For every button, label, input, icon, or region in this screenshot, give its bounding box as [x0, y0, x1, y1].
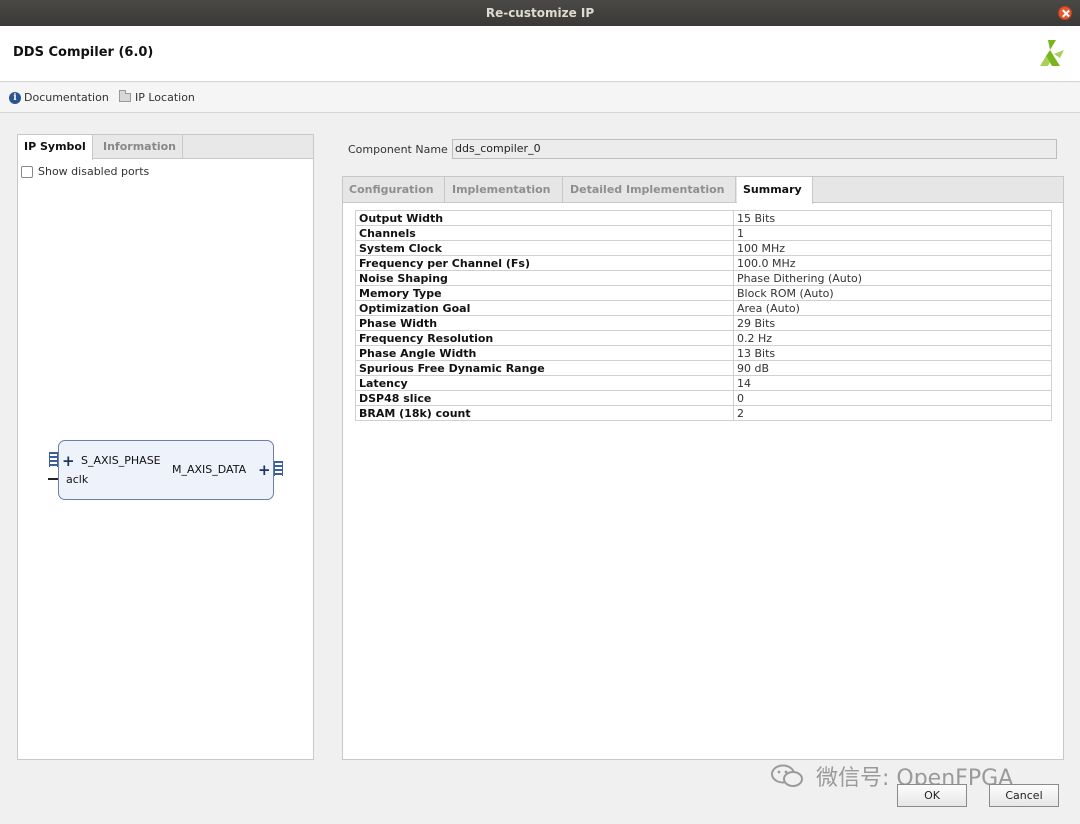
- window-close-icon[interactable]: [1058, 6, 1072, 20]
- tab-ip-symbol[interactable]: IP Symbol: [18, 135, 93, 160]
- summary-value: 0: [733, 390, 1052, 406]
- summary-key: Frequency Resolution: [355, 330, 734, 346]
- summary-row: Phase Angle Width 13 Bits: [355, 345, 1052, 361]
- summary-value: 2: [733, 405, 1052, 421]
- summary-table: Output Width 15 Bits Channels 1 System Clock…: [355, 210, 1052, 421]
- folder-icon: [119, 90, 131, 102]
- summary-value: 100 MHz: [733, 240, 1052, 256]
- tab-configuration[interactable]: Configuration: [343, 177, 445, 203]
- summary-key: Latency: [355, 375, 734, 391]
- summary-key: Optimization Goal: [355, 300, 734, 316]
- ip-title: DDS Compiler (6.0): [13, 45, 154, 60]
- port-s-axis-phase: S_AXIS_PHASE: [81, 454, 161, 467]
- summary-row: Spurious Free Dynamic Range 90 dB: [355, 360, 1052, 376]
- summary-key: Output Width: [355, 210, 734, 226]
- window-titlebar: Re-customize IP: [0, 0, 1080, 26]
- component-name-label: Component Name: [348, 143, 448, 156]
- documentation-label: Documentation: [24, 91, 109, 104]
- summary-row: Optimization Goal Area (Auto): [355, 300, 1052, 316]
- ip-symbol-panel: IP Symbol Information Show disabled port…: [17, 134, 314, 760]
- window-title: Re-customize IP: [485, 6, 595, 20]
- summary-key: Phase Width: [355, 315, 734, 331]
- summary-value: 15 Bits: [733, 210, 1052, 226]
- dialog-header: DDS Compiler (6.0): [0, 26, 1080, 82]
- show-disabled-ports-checkbox[interactable]: [21, 165, 33, 178]
- summary-value: Phase Dithering (Auto): [733, 270, 1052, 286]
- left-tabs: IP Symbol Information: [18, 135, 313, 160]
- summary-value: 0.2 Hz: [733, 330, 1052, 346]
- links-bar: i Documentation IP Location: [0, 83, 1080, 113]
- summary-value: 90 dB: [733, 360, 1052, 376]
- summary-row: System Clock 100 MHz: [355, 240, 1052, 256]
- summary-row: Frequency Resolution 0.2 Hz: [355, 330, 1052, 346]
- summary-value: 29 Bits: [733, 315, 1052, 331]
- summary-key: BRAM (18k) count: [355, 405, 734, 421]
- ip-location-label: IP Location: [135, 91, 195, 104]
- ip-location-link[interactable]: IP Location: [119, 90, 195, 104]
- main-area: IP Symbol Information Show disabled port…: [0, 114, 1080, 764]
- component-name-input[interactable]: dds_compiler_0: [452, 139, 1057, 159]
- tab-implementation[interactable]: Implementation: [446, 177, 563, 203]
- cancel-button[interactable]: Cancel: [989, 784, 1059, 807]
- tab-detailed-implementation[interactable]: Detailed Implementation: [564, 177, 736, 203]
- summary-row: Noise Shaping Phase Dithering (Auto): [355, 270, 1052, 286]
- expand-s-axis-phase-icon[interactable]: +: [62, 454, 75, 469]
- xilinx-logo-icon: [1040, 40, 1064, 66]
- show-disabled-ports-label: Show disabled ports: [38, 165, 150, 178]
- summary-row: DSP48 slice 0: [355, 390, 1052, 406]
- summary-value: 1: [733, 225, 1052, 241]
- wechat-watermark: 微信号: OpenFPGA: [770, 760, 1013, 792]
- summary-key: DSP48 slice: [355, 390, 734, 406]
- tab-summary[interactable]: Summary: [737, 177, 813, 204]
- summary-key: Memory Type: [355, 285, 734, 301]
- show-disabled-ports[interactable]: Show disabled ports: [21, 165, 149, 178]
- port-aclk: aclk: [66, 473, 89, 486]
- summary-key: Spurious Free Dynamic Range: [355, 360, 734, 376]
- summary-value: Area (Auto): [733, 300, 1052, 316]
- aclk-pin-line: [48, 478, 58, 480]
- tab-information[interactable]: Information: [97, 135, 183, 159]
- config-tabs: Configuration Implementation Detailed Im…: [343, 177, 1063, 204]
- summary-row: Channels 1: [355, 225, 1052, 241]
- summary-key: Channels: [355, 225, 734, 241]
- s-axis-phase-bus-icon: [49, 452, 58, 467]
- info-icon: i: [9, 91, 21, 104]
- summary-key: Phase Angle Width: [355, 345, 734, 361]
- summary-row: Latency 14: [355, 375, 1052, 391]
- m-axis-data-bus-icon: [274, 461, 283, 476]
- summary-row: Frequency per Channel (Fs) 100.0 MHz: [355, 255, 1052, 271]
- summary-row: BRAM (18k) count 2: [355, 405, 1052, 421]
- port-m-axis-data: M_AXIS_DATA: [172, 463, 247, 476]
- summary-value: 14: [733, 375, 1052, 391]
- summary-key: Noise Shaping: [355, 270, 734, 286]
- summary-key: Frequency per Channel (Fs): [355, 255, 734, 271]
- documentation-link[interactable]: i Documentation: [9, 91, 109, 104]
- summary-value: Block ROM (Auto): [733, 285, 1052, 301]
- summary-row: Output Width 15 Bits: [355, 210, 1052, 226]
- expand-m-axis-data-icon[interactable]: +: [258, 463, 271, 478]
- dds-ip-block[interactable]: + S_AXIS_PHASE aclk M_AXIS_DATA +: [58, 440, 274, 500]
- config-panel: Configuration Implementation Detailed Im…: [342, 176, 1064, 760]
- wechat-icon: [771, 764, 803, 787]
- ok-button[interactable]: OK: [897, 784, 967, 807]
- summary-row: Memory Type Block ROM (Auto): [355, 285, 1052, 301]
- summary-row: Phase Width 29 Bits: [355, 315, 1052, 331]
- summary-value: 13 Bits: [733, 345, 1052, 361]
- summary-key: System Clock: [355, 240, 734, 256]
- summary-value: 100.0 MHz: [733, 255, 1052, 271]
